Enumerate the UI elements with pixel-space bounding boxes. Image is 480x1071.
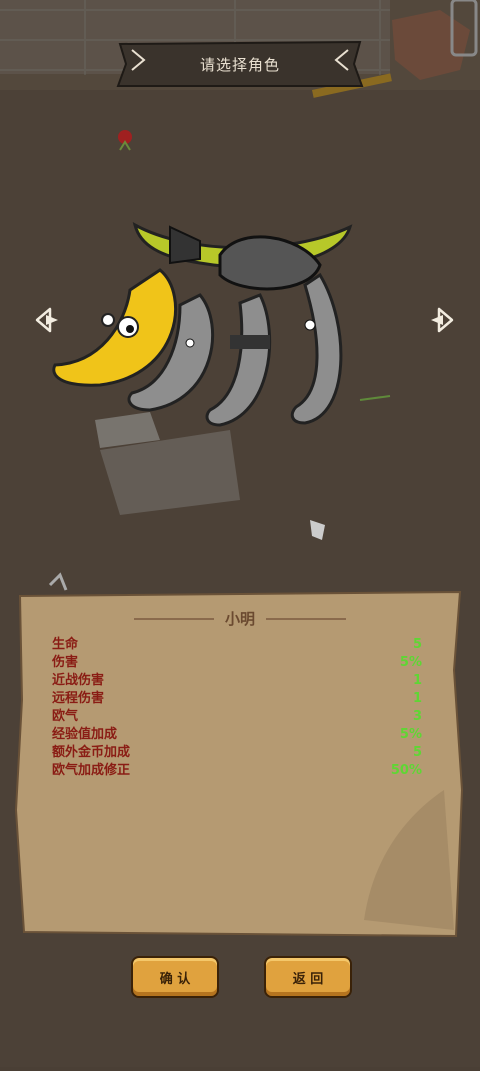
stat-value: 5 (412, 637, 422, 652)
stat-row: 欧气 3 (52, 708, 422, 726)
stat-label: 远程伤害 (52, 691, 105, 706)
stat-label: 伤害 (52, 655, 79, 670)
stat-value: 5 (412, 745, 422, 760)
stat-label: 生命 (52, 637, 79, 652)
stat-label: 经验值加成 (52, 727, 118, 742)
stat-label: 欧气加成修正 (52, 763, 131, 778)
stat-label: 近战伤害 (52, 673, 105, 688)
stat-value: 5% (399, 727, 422, 742)
character-preview (40, 215, 370, 435)
stat-label: 欧气 (52, 709, 79, 724)
stat-value: 1 (412, 673, 422, 688)
stat-row: 生命 5 (52, 636, 422, 654)
page-title: 请选择角色 (199, 55, 280, 74)
stat-value: 1 (412, 691, 422, 706)
stat-row: 伤害 5% (52, 654, 422, 672)
arrow-right-icon (431, 307, 454, 333)
stat-row: 经验值加成 5% (52, 726, 422, 744)
stat-row: 额外金币加成 5 (52, 744, 422, 762)
stat-value: 3 (412, 709, 422, 724)
stat-value: 50% (390, 763, 422, 778)
stat-row: 欧气加成修正 50% (52, 762, 422, 780)
stat-row: 远程伤害 1 (52, 690, 422, 708)
character-stats-panel: 小明 生命 5 伤害 5% 近战伤害 1 远程伤害 1 欧气 3 经验值加成 5… (14, 590, 466, 940)
title-banner: 请选择角色 (110, 38, 370, 90)
stat-row: 近战伤害 1 (52, 672, 422, 690)
stat-value: 5% (399, 655, 422, 670)
next-character-button[interactable] (427, 306, 455, 334)
character-name: 小明 (224, 610, 255, 628)
stat-label: 额外金币加成 (52, 745, 131, 760)
back-button[interactable]: 返 回 (264, 956, 352, 998)
confirm-button[interactable]: 确 认 (131, 956, 219, 998)
stats-list: 生命 5 伤害 5% 近战伤害 1 远程伤害 1 欧气 3 经验值加成 5% 额… (52, 636, 422, 780)
